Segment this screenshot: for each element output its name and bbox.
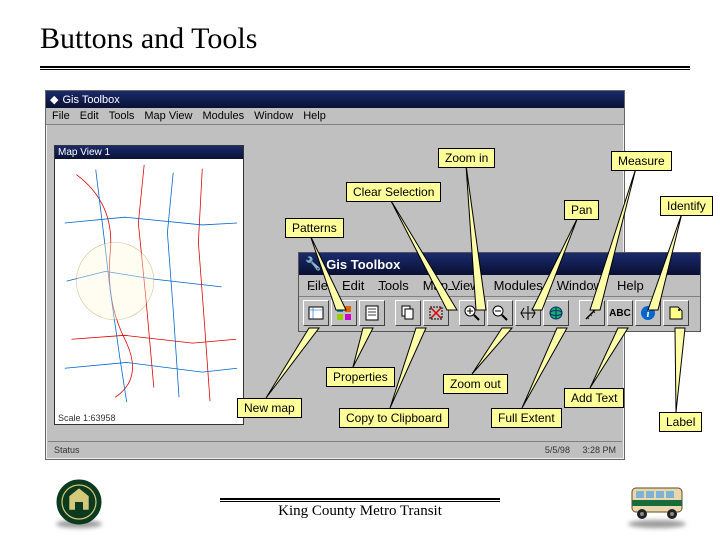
menu-help[interactable]: Help [303, 110, 326, 122]
zoom-menu-help[interactable]: Help [617, 278, 644, 293]
status-bar: Status 5/5/98 3:28 PM [48, 441, 622, 457]
zoom-menu-tools[interactable]: Tools [378, 278, 408, 293]
add-text-button[interactable]: ABC [607, 300, 633, 326]
zoom-toolbar: ABC i [299, 297, 700, 329]
clear-selection-button[interactable] [423, 300, 449, 326]
menu-modules[interactable]: Modules [203, 110, 245, 122]
properties-button[interactable] [359, 300, 385, 326]
callout-zoom-out: Zoom out [443, 374, 508, 394]
main-window-menu: File Edit Tools Map View Modules Window … [46, 108, 624, 125]
callout-zoom-in: Zoom in [438, 148, 495, 168]
title-rule [40, 66, 690, 70]
new-map-button[interactable] [303, 300, 329, 326]
full-extent-button[interactable] [543, 300, 569, 326]
label-button[interactable] [663, 300, 689, 326]
callout-identify: Identify [660, 196, 713, 216]
main-window-titlebar: ◆ Gis Toolbox [46, 91, 624, 108]
zoom-title-text: Gis Toolbox [326, 257, 400, 272]
status-date: 5/5/98 [545, 445, 570, 455]
copy-button[interactable] [395, 300, 421, 326]
zoom-menu-file[interactable]: File [307, 278, 328, 293]
map-lines-icon [57, 162, 241, 406]
callout-copy: Copy to Clipboard [339, 408, 449, 428]
wrench-icon: 🔧 [305, 256, 321, 272]
measure-button[interactable] [579, 300, 605, 326]
zoom-menu-edit[interactable]: Edit [342, 278, 364, 293]
app-icon: ◆ [50, 93, 58, 106]
map-scale: Scale 1:63958 [58, 413, 116, 423]
footer-rule [220, 498, 500, 502]
status-label: Status [54, 445, 80, 455]
bus-icon [628, 480, 690, 524]
gis-toolbox-zoom: 🔧 Gis Toolbox File Edit Tools Map View M… [298, 252, 701, 332]
menu-window[interactable]: Window [254, 110, 293, 122]
status-time: 3:28 PM [582, 445, 616, 455]
main-window-title: Gis Toolbox [62, 94, 119, 106]
zoom-out-button[interactable] [487, 300, 513, 326]
zoom-menu-mapview[interactable]: Map View [423, 278, 480, 293]
callout-new-map: New map [237, 398, 302, 418]
map-view-pane: Map View 1 Scale 1:63958 [54, 145, 244, 425]
callout-add-text: Add Text [564, 388, 624, 408]
callout-properties: Properties [326, 367, 395, 387]
menu-edit[interactable]: Edit [80, 110, 99, 122]
footer-text: King County Metro Transit [0, 503, 720, 520]
identify-button[interactable]: i [635, 300, 661, 326]
callout-patterns: Patterns [285, 218, 344, 238]
zoom-in-button[interactable] [459, 300, 485, 326]
menu-file[interactable]: File [52, 110, 70, 122]
zoom-titlebar: 🔧 Gis Toolbox [299, 253, 700, 275]
zoom-menu: File Edit Tools Map View Modules Window … [299, 275, 700, 297]
zoom-menu-modules[interactable]: Modules [494, 278, 543, 293]
menu-tools[interactable]: Tools [109, 110, 135, 122]
callout-clear-selection: Clear Selection [346, 182, 441, 202]
slide-title: Buttons and Tools [0, 0, 720, 56]
callout-measure: Measure [611, 151, 672, 171]
menu-mapview[interactable]: Map View [144, 110, 192, 122]
zoom-menu-window[interactable]: Window [557, 278, 603, 293]
patterns-button[interactable] [331, 300, 357, 326]
map-canvas [57, 162, 241, 406]
callout-pan: Pan [564, 200, 599, 220]
map-pane-title: Map View 1 [55, 146, 243, 159]
county-seal-icon [55, 478, 103, 526]
callout-full-extent: Full Extent [491, 408, 562, 428]
callout-label: Label [659, 412, 702, 432]
pan-button[interactable] [515, 300, 541, 326]
